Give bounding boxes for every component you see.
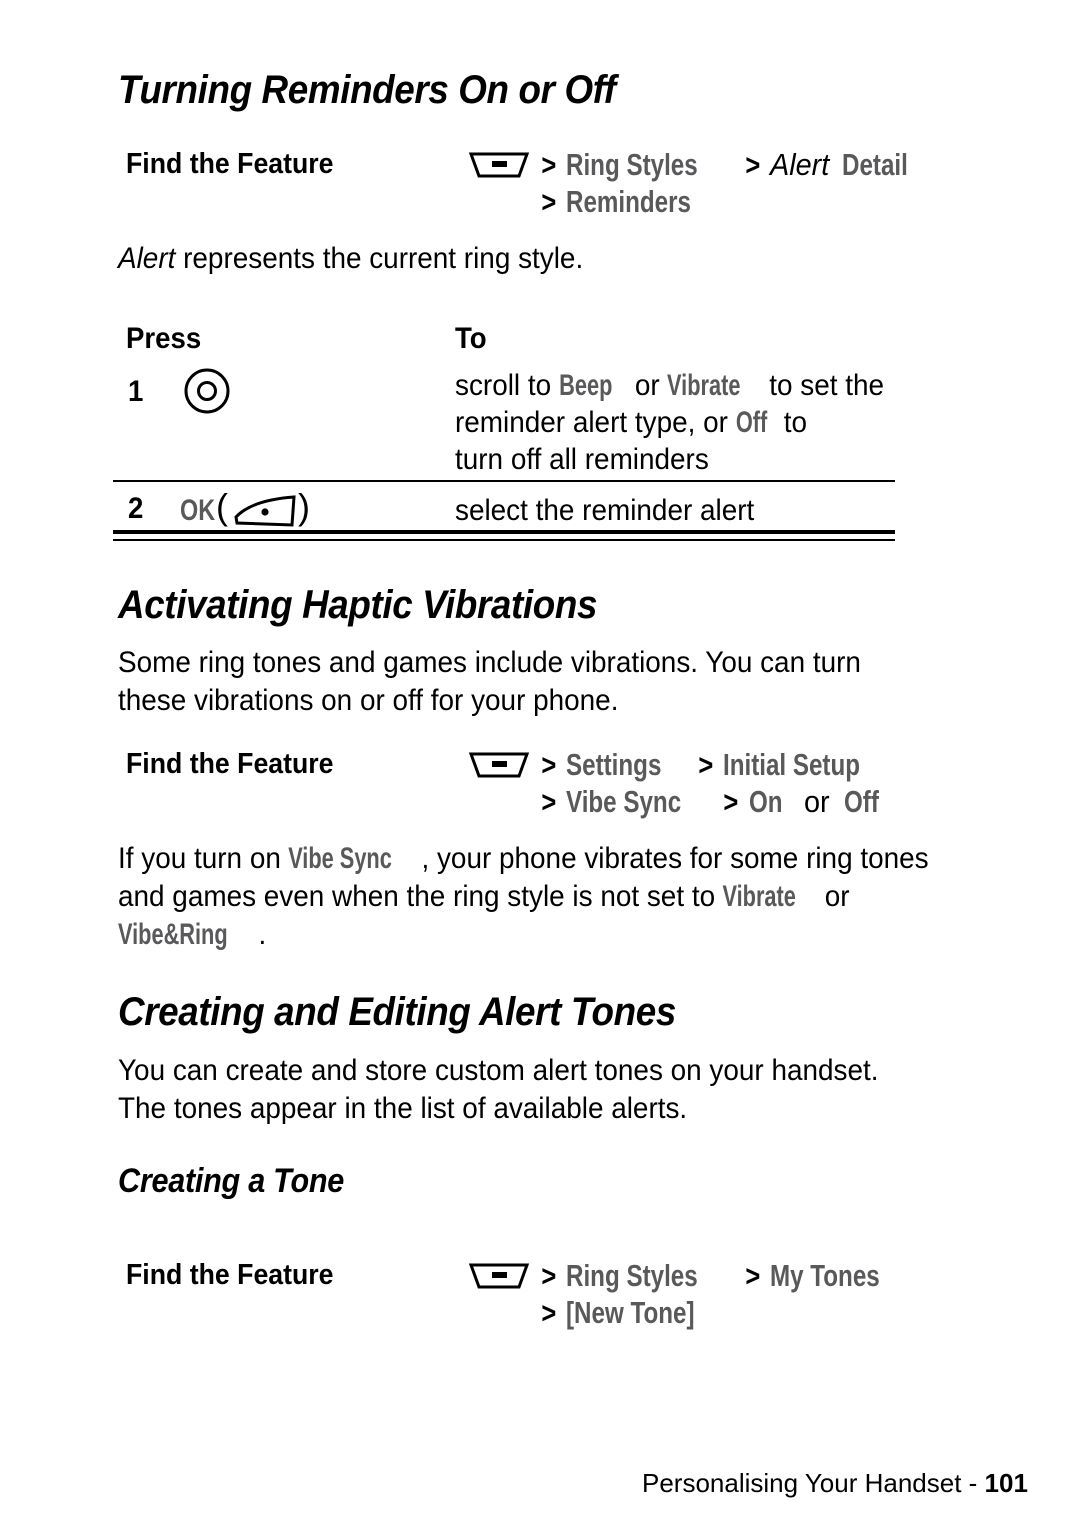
path-chevron: >: [744, 149, 760, 182]
path-chevron: >: [541, 1297, 557, 1330]
ok-key-icon: [234, 495, 296, 527]
path-chevron: >: [698, 749, 714, 782]
path-chevron: >: [541, 149, 557, 182]
section-heading-haptic-vibrations: Activating Haptic Vibrations: [118, 583, 598, 627]
desc-text: to: [775, 406, 807, 439]
haptic-intro-line1: Some ring tones and games include vibrat…: [118, 646, 861, 679]
table-bottom-rule-thick: [113, 530, 895, 534]
section-heading-creating-editing-alert-tones: Creating and Editing Alert Tones: [118, 990, 676, 1034]
footer-page-number: 101: [984, 1468, 1028, 1498]
desc-token-vibrate: Vibrate: [667, 369, 741, 402]
feature-path-3: > Ring Styles > My Tones: [540, 1257, 910, 1295]
desc-token-off: Off: [735, 406, 768, 439]
table-row-description: scroll to Beep or Vibrate to set the rem…: [455, 367, 892, 478]
path-item-initial-setup: Initial Setup: [723, 747, 861, 782]
table-row-divider: [113, 480, 895, 482]
alert-note-italic: Alert: [118, 242, 176, 275]
feature-path-2-line2: > Vibe Sync > On or Off: [540, 783, 889, 821]
path-item-detail: Detail: [842, 147, 908, 182]
scroll-key-icon: [184, 368, 230, 414]
alert-note: Alert represents the current ring style.: [118, 240, 899, 278]
section-heading-turning-reminders: Turning Reminders On or Off: [118, 68, 616, 112]
path-item-settings: Settings: [566, 747, 662, 782]
path-item-ring-styles: Ring Styles: [566, 147, 698, 182]
table-bottom-rule-thin: [113, 539, 895, 541]
feature-path-1-line2: > Reminders: [540, 183, 726, 221]
haptic-intro-line2: these vibrations on or off for your phon…: [118, 684, 619, 717]
desc-text: or: [627, 369, 668, 402]
ok-key-label: OK: [180, 494, 216, 527]
path-item-new-tone: [New Tone]: [566, 1295, 695, 1330]
path-item-my-tones: My Tones: [769, 1258, 880, 1293]
table-row-number: 1: [128, 375, 144, 408]
table-header-to: To: [455, 322, 487, 355]
desc-token-beep: Beep: [558, 369, 613, 402]
para-text: and games even when the ring style is no…: [118, 880, 723, 913]
para-text: If you turn on: [118, 842, 289, 875]
menu-key-icon: [468, 752, 530, 778]
path-item-ring-styles: Ring Styles: [566, 1258, 698, 1293]
para-text: or: [816, 880, 850, 913]
desc-text: scroll to: [455, 369, 559, 402]
path-chevron: >: [541, 186, 557, 219]
para-text: .: [258, 918, 267, 951]
para-token-vibe-sync: Vibe Sync: [288, 842, 393, 875]
menu-key-icon: [468, 152, 530, 178]
path-item-on: On: [748, 784, 783, 819]
desc-text: reminder alert type, or: [455, 406, 736, 439]
path-chevron: >: [723, 786, 739, 819]
table-row-description: select the reminder alert: [455, 494, 755, 527]
find-the-feature-label-3: Find the Feature: [126, 1259, 334, 1291]
path-chevron: >: [744, 1260, 760, 1293]
find-the-feature-label-1: Find the Feature: [126, 148, 334, 180]
path-chevron: >: [541, 1260, 557, 1293]
para-text: , your phone vibrates for some ring tone…: [421, 842, 929, 875]
desc-text: turn off all reminders: [455, 443, 709, 476]
alert-note-rest: represents the current ring style.: [175, 242, 584, 275]
table-header-press: Press: [126, 322, 202, 355]
para-token-vibrate: Vibrate: [722, 880, 797, 913]
feature-path-2: > Settings > Initial Setup: [540, 746, 899, 784]
menu-key-icon: [468, 1263, 530, 1289]
table-row-number: 2: [128, 492, 144, 525]
path-chevron: >: [541, 786, 557, 819]
vibe-sync-paragraph: If you turn on Vibe Sync , your phone vib…: [118, 840, 936, 954]
path-item-alert: Alert: [769, 147, 830, 182]
manual-page: Turning Reminders On or Off Find the Fea…: [0, 0, 1080, 1525]
path-item-reminders: Reminders: [566, 184, 692, 219]
page-footer: Personalising Your Handset - 101: [642, 1468, 1028, 1499]
close-paren: ): [298, 486, 310, 527]
creating-intro-line1: You can create and store custom alert to…: [118, 1054, 879, 1087]
footer-label: Personalising Your Handset -: [642, 1468, 985, 1498]
feature-path-3-line2: > [New Tone]: [540, 1294, 731, 1332]
path-item-off: Off: [844, 784, 880, 819]
subsection-heading-creating-a-tone: Creating a Tone: [118, 1162, 345, 1200]
para-token-vibe-and-ring: Vibe&Ring: [118, 918, 228, 951]
desc-text: to set the: [761, 369, 885, 402]
path-item-vibe-sync: Vibe Sync: [566, 784, 682, 819]
creating-intro-line2: The tones appear in the list of availabl…: [118, 1092, 688, 1125]
feature-path-1: > Ring Styles > Alert Detail: [540, 146, 927, 184]
open-paren: (: [216, 486, 228, 527]
find-the-feature-label-2: Find the Feature: [126, 748, 334, 780]
path-conjunction-or: or: [804, 784, 830, 819]
path-chevron: >: [541, 749, 557, 782]
